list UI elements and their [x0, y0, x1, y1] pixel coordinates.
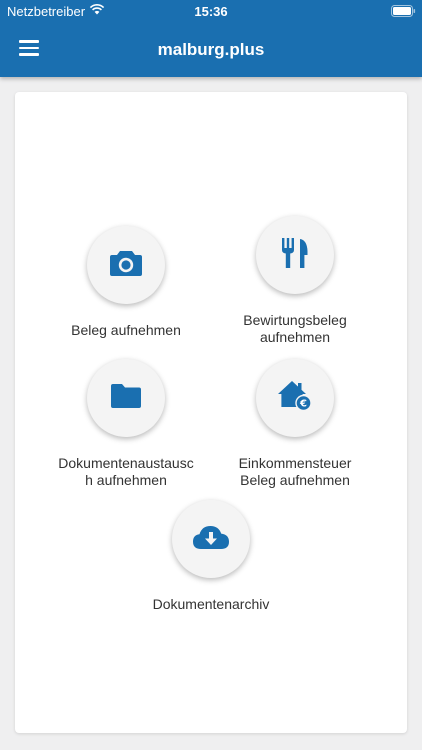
page-title: malburg.plus: [157, 40, 265, 59]
actions-card: Beleg aufnehmen Bewirtungsbeleg aufnehme…: [15, 92, 407, 733]
svg-text:€: €: [299, 398, 307, 409]
dokumentenarchiv-label: Dokumentenarchiv: [152, 596, 270, 612]
camera-icon: [109, 249, 143, 282]
beleg-aufnehmen-circle[interactable]: [87, 226, 165, 304]
folder-icon: [110, 383, 142, 414]
battery-icon: [391, 5, 416, 20]
dokumentenarchiv-circle[interactable]: [172, 500, 250, 578]
dokumentenaustausch-circle[interactable]: [87, 359, 165, 437]
dokumentenaustausch-button[interactable]: Dokumentenaustausc h aufnehmen: [36, 359, 216, 489]
dokumentenaustausch-label: Dokumentenaustausc h aufnehmen: [58, 455, 194, 488]
bewirtungsbeleg-aufnehmen-button[interactable]: Bewirtungsbeleg aufnehmen: [205, 216, 385, 346]
house-euro-icon: €: [277, 379, 313, 418]
fork-knife-icon: [280, 237, 310, 274]
status-bar: Netzbetreiber 15:36: [0, 0, 422, 22]
einkommensteuer-beleg-button[interactable]: € Einkommensteuer Beleg aufnehmen: [205, 359, 385, 489]
dokumentenarchiv-button[interactable]: Dokumentenarchiv: [121, 500, 301, 613]
cloud-download-icon: [192, 524, 230, 555]
beleg-aufnehmen-label: Beleg aufnehmen: [71, 322, 181, 338]
beleg-aufnehmen-button[interactable]: Beleg aufnehmen: [36, 226, 216, 339]
einkommensteuer-circle[interactable]: €: [256, 359, 334, 437]
status-time: 15:36: [194, 4, 228, 19]
bewirtungsbeleg-label: Bewirtungsbeleg aufnehmen: [243, 312, 347, 345]
einkommensteuer-label: Einkommensteuer Beleg aufnehmen: [238, 455, 352, 488]
bewirtungsbeleg-circle[interactable]: [256, 216, 334, 294]
app-header: Netzbetreiber 15:36 malburg.plus: [0, 0, 422, 77]
